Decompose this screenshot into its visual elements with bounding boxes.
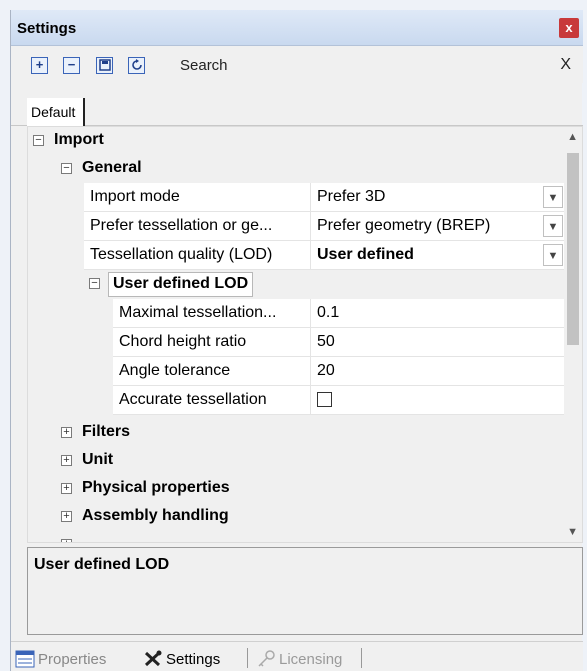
scrollbar-thumb[interactable] — [567, 153, 579, 345]
property-row[interactable]: Accurate tessellation — [28, 386, 565, 415]
property-value-text: Prefer geometry (BREP) — [317, 217, 491, 234]
property-row[interactable]: Prefer tessellation or ge... Prefer geom… — [28, 212, 565, 241]
category-label: Filters — [82, 423, 131, 440]
property-value[interactable]: 0.1 — [311, 299, 565, 328]
close-button[interactable]: x — [559, 18, 579, 38]
property-value[interactable]: 50 — [311, 328, 565, 357]
property-value-text: User defined — [317, 246, 414, 263]
chevron-down-icon[interactable]: ▼ — [543, 244, 563, 266]
category-partial: + — [28, 531, 565, 542]
property-label: Prefer tessellation or ge... — [84, 212, 311, 241]
key-icon — [256, 650, 276, 668]
category-assembly-handling[interactable]: + Assembly handling — [28, 503, 565, 532]
category-general[interactable]: − General — [28, 155, 565, 184]
tab-label: Properties — [38, 651, 107, 668]
category-filters[interactable]: + Filters — [28, 419, 565, 448]
collapse-all-icon[interactable]: − — [63, 57, 80, 74]
collapse-icon[interactable]: − — [33, 135, 44, 146]
tab-label: Licensing — [279, 651, 343, 668]
reset-icon[interactable] — [128, 57, 145, 74]
expand-icon[interactable]: + — [61, 511, 72, 522]
category-physical-properties[interactable]: + Physical properties — [28, 475, 565, 504]
property-label: Maximal tessellation... — [113, 299, 311, 328]
tab-label: Settings — [166, 651, 221, 668]
category-user-defined-lod[interactable]: − User defined LOD — [28, 270, 565, 299]
property-row[interactable]: Chord height ratio 50 — [28, 328, 565, 357]
category-unit[interactable]: + Unit — [28, 447, 565, 476]
property-value[interactable]: Prefer 3D ▼ — [311, 183, 565, 212]
tab-default[interactable]: Default — [27, 98, 86, 126]
category-label: General — [82, 159, 142, 176]
category-label: Assembly handling — [82, 507, 229, 524]
property-label: Chord height ratio — [113, 328, 311, 357]
expand-all-icon[interactable]: + — [31, 57, 48, 74]
category-label: Physical properties — [82, 479, 230, 496]
chevron-down-icon[interactable]: ▼ — [567, 526, 578, 538]
property-grid: − Import − General Import mode Prefer 3D… — [27, 126, 583, 543]
toolbar: + − Search X — [11, 47, 583, 83]
tab-settings[interactable]: Settings — [143, 646, 220, 671]
expand-icon[interactable]: + — [61, 483, 72, 494]
property-row[interactable]: Angle tolerance 20 — [28, 357, 565, 386]
property-label: Import mode — [84, 183, 311, 212]
property-label: Tessellation quality (LOD) — [84, 241, 311, 270]
category-import[interactable]: − Import — [28, 127, 565, 156]
tab-strip: Default — [11, 98, 583, 126]
bottom-tab-bar: Properties Settings Licensing — [11, 641, 583, 671]
tab-properties[interactable]: Properties — [15, 646, 106, 671]
property-label: Angle tolerance — [113, 357, 311, 386]
description-pane: User defined LOD — [27, 547, 583, 635]
tab-separator — [247, 648, 248, 668]
description-title: User defined LOD — [34, 556, 170, 573]
property-value[interactable] — [311, 386, 565, 415]
settings-panel: Settings x + − Search X Default − Import… — [10, 10, 583, 671]
property-value-text: Prefer 3D — [317, 188, 386, 205]
property-row[interactable]: Maximal tessellation... 0.1 — [28, 299, 565, 328]
chevron-down-icon[interactable]: ▼ — [543, 215, 563, 237]
clear-search-button[interactable]: X — [560, 56, 571, 74]
title-bar: Settings x — [11, 10, 583, 46]
accurate-tessellation-checkbox[interactable] — [317, 392, 332, 407]
save-icon[interactable] — [96, 57, 113, 74]
tools-icon — [143, 650, 163, 668]
category-label: Unit — [82, 451, 114, 468]
chevron-down-icon[interactable]: ▼ — [543, 186, 563, 208]
chevron-up-icon[interactable]: ▲ — [567, 131, 578, 143]
property-row[interactable]: Tessellation quality (LOD) User defined … — [28, 241, 565, 270]
category-label: User defined LOD — [108, 272, 254, 297]
property-value[interactable]: User defined ▼ — [311, 241, 565, 270]
expand-icon[interactable]: + — [61, 455, 72, 466]
tab-separator — [361, 648, 362, 668]
expand-icon[interactable]: + — [61, 539, 72, 542]
expand-icon[interactable]: + — [61, 427, 72, 438]
property-label: Accurate tessellation — [113, 386, 311, 415]
category-label: Import — [54, 131, 104, 148]
scrollbar[interactable]: ▲ ▼ — [564, 127, 582, 542]
property-row[interactable]: Import mode Prefer 3D ▼ — [28, 183, 565, 212]
property-value[interactable]: 20 — [311, 357, 565, 386]
tab-licensing[interactable]: Licensing — [256, 646, 342, 671]
collapse-icon[interactable]: − — [89, 278, 100, 289]
property-value[interactable]: Prefer geometry (BREP) ▼ — [311, 212, 565, 241]
panel-title: Settings — [17, 20, 77, 37]
properties-icon — [15, 650, 35, 668]
search-input[interactable]: Search — [180, 57, 228, 74]
collapse-icon[interactable]: − — [61, 163, 72, 174]
